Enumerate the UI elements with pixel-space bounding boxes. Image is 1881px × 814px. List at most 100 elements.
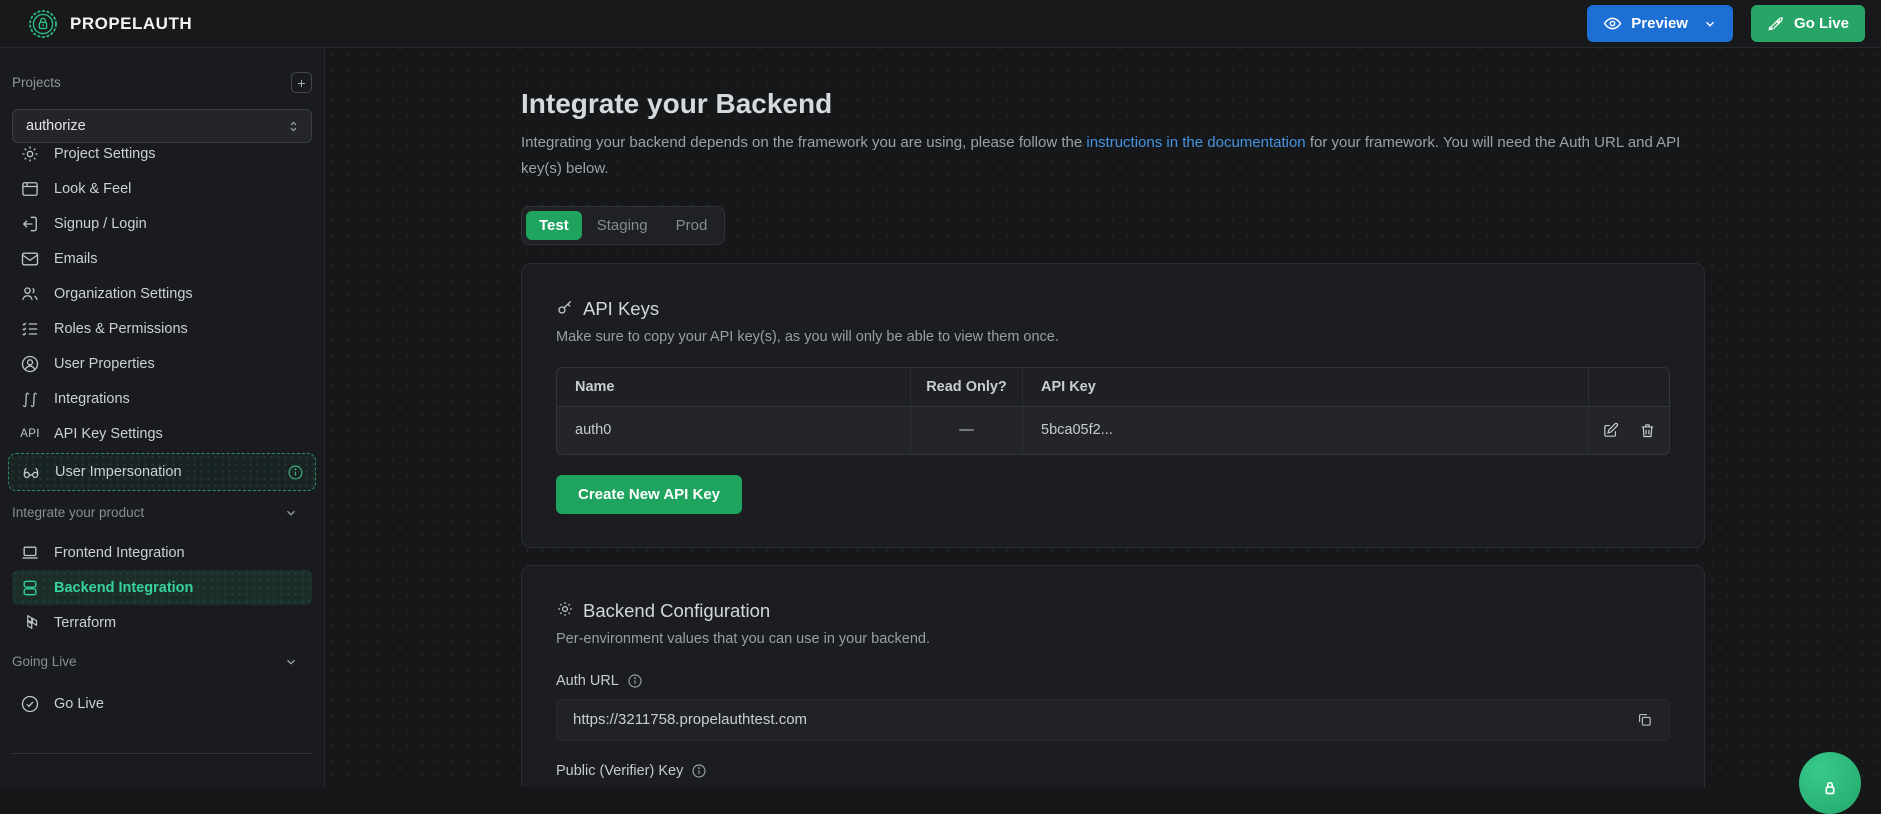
sidebar-item-organization-settings[interactable]: Organization Settings — [12, 276, 312, 311]
intro-before-link: Integrating your backend depends on the … — [521, 134, 1086, 151]
sidebar-item-label: Look & Feel — [54, 181, 131, 197]
cell-api-key: 5bca05f2... — [1023, 407, 1589, 454]
rocket-icon — [1767, 15, 1785, 33]
sidebar-item-terraform[interactable]: Terraform — [12, 605, 312, 640]
backend-configuration-card: Backend Configuration Per-environment va… — [521, 565, 1705, 787]
key-icon — [556, 298, 574, 321]
backend-config-title: Backend Configuration — [556, 600, 1670, 623]
auth-url-label: Auth URL — [556, 673, 1670, 689]
public-key-label-text: Public (Verifier) Key — [556, 763, 683, 779]
sidebar-item-frontend-integration[interactable]: Frontend Integration — [12, 535, 312, 570]
chevron-down-icon[interactable] — [284, 506, 298, 520]
propelauth-logo-icon — [28, 9, 58, 39]
sidebar-section-integrate-your-product[interactable]: Integrate your product — [12, 505, 312, 520]
page-title: Integrate your Backend — [521, 88, 1705, 120]
sidebar-item-api-key-settings[interactable]: API API Key Settings — [12, 416, 312, 451]
sidebar-item-label: Backend Integration — [54, 580, 193, 596]
api-text-icon: API — [19, 428, 41, 440]
eye-icon — [1603, 14, 1622, 33]
create-new-api-key-button[interactable]: Create New API Key — [556, 475, 742, 514]
section-label: Going Live — [12, 654, 77, 669]
sidebar-item-look-and-feel[interactable]: Look & Feel — [12, 171, 312, 206]
sidebar-menu-going-live: Go Live — [12, 686, 312, 721]
add-project-button[interactable]: + — [291, 72, 312, 93]
sidebar-item-label: Project Settings — [54, 146, 156, 162]
help-chat-button[interactable] — [1799, 752, 1861, 814]
documentation-link[interactable]: instructions in the documentation — [1086, 134, 1305, 151]
delete-key-button[interactable] — [1639, 422, 1656, 439]
api-keys-card-subtitle: Make sure to copy your API key(s), as yo… — [556, 329, 1670, 345]
project-selector-value: authorize — [26, 118, 86, 134]
table-row: auth0 — 5bca05f2... — [557, 406, 1669, 454]
sidebar-item-label: Signup / Login — [54, 216, 147, 232]
sidebar-item-label: User Impersonation — [55, 464, 182, 480]
auth-url-label-text: Auth URL — [556, 673, 619, 689]
auth-url-field — [556, 699, 1670, 741]
info-icon[interactable] — [287, 464, 304, 481]
table-header-row: Name Read Only? API Key — [557, 368, 1669, 406]
gear-icon — [19, 144, 41, 164]
sidebar-item-backend-integration[interactable]: Backend Integration — [12, 570, 312, 605]
sidebar-item-label: Integrations — [54, 391, 130, 407]
user-circle-icon — [19, 354, 41, 374]
edit-key-button[interactable] — [1602, 422, 1619, 439]
sidebar-item-go-live[interactable]: Go Live — [12, 686, 312, 721]
copy-icon[interactable] — [1636, 711, 1653, 728]
go-live-button-label: Go Live — [1794, 15, 1849, 32]
sidebar-item-label: Terraform — [54, 615, 116, 631]
info-icon[interactable] — [627, 673, 643, 689]
backend-config-title-text: Backend Configuration — [583, 600, 770, 622]
checklist-icon — [19, 319, 41, 339]
sidebar-item-integrations[interactable]: ∫∫ Integrations — [12, 381, 312, 416]
tab-test[interactable]: Test — [526, 211, 582, 240]
sidebar-item-emails[interactable]: Emails — [12, 241, 312, 276]
sidebar-divider — [12, 753, 312, 754]
sidebar-item-label: Frontend Integration — [54, 545, 185, 561]
topbar: PROPELAUTH Preview — [0, 0, 1881, 48]
sidebar-item-label: Organization Settings — [54, 286, 193, 302]
sidebar: Projects + authorize Project Settings — [0, 48, 325, 787]
chevron-down-icon[interactable] — [284, 655, 298, 669]
glasses-icon — [20, 462, 42, 482]
envelope-icon — [19, 249, 41, 269]
sidebar-section-going-live[interactable]: Going Live — [12, 654, 312, 669]
sidebar-item-user-properties[interactable]: User Properties — [12, 346, 312, 381]
api-keys-title-text: API Keys — [583, 298, 659, 320]
sidebar-item-signup-login[interactable]: Signup / Login — [12, 206, 312, 241]
column-header-read-only: Read Only? — [911, 368, 1023, 406]
gear-icon — [556, 600, 574, 623]
chat-lock-icon — [1819, 777, 1841, 799]
column-header-name: Name — [557, 368, 911, 406]
sidebar-menu: Project Settings Look & Feel Signup / Lo… — [12, 136, 312, 491]
column-header-actions — [1589, 368, 1669, 406]
section-label: Integrate your product — [12, 505, 144, 520]
up-down-chevrons-icon — [286, 119, 301, 134]
sidebar-menu-integrate: Frontend Integration Backend Integration… — [12, 535, 312, 640]
chevron-down-icon — [1703, 17, 1717, 31]
tab-staging[interactable]: Staging — [584, 211, 661, 240]
cell-read-only: — — [911, 407, 1023, 454]
sidebar-item-label: Emails — [54, 251, 98, 267]
sidebar-item-label: Go Live — [54, 696, 104, 712]
go-live-button[interactable]: Go Live — [1751, 5, 1865, 42]
auth-url-input[interactable] — [573, 711, 1636, 728]
tab-prod[interactable]: Prod — [663, 211, 721, 240]
topbar-actions: Preview Go Live — [1587, 5, 1865, 42]
people-icon — [19, 284, 41, 304]
api-keys-card: API Keys Make sure to copy your API key(… — [521, 263, 1705, 548]
sidebar-item-user-impersonation[interactable]: User Impersonation — [8, 453, 316, 491]
environment-tabs: Test Staging Prod — [521, 206, 725, 245]
cell-actions — [1589, 407, 1669, 454]
api-keys-card-title: API Keys — [556, 298, 1670, 321]
info-icon[interactable] — [691, 763, 707, 779]
project-selector[interactable]: authorize — [12, 109, 312, 143]
public-verifier-key-label: Public (Verifier) Key — [556, 763, 1670, 779]
preview-button[interactable]: Preview — [1587, 5, 1733, 42]
sidebar-item-roles-permissions[interactable]: Roles & Permissions — [12, 311, 312, 346]
brand-name: PROPELAUTH — [70, 14, 192, 34]
intro-text: Integrating your backend depends on the … — [521, 130, 1705, 182]
terraform-icon — [19, 613, 41, 632]
preview-button-label: Preview — [1631, 15, 1688, 32]
sidebar-item-label: User Properties — [54, 356, 155, 372]
cell-name: auth0 — [557, 407, 911, 454]
